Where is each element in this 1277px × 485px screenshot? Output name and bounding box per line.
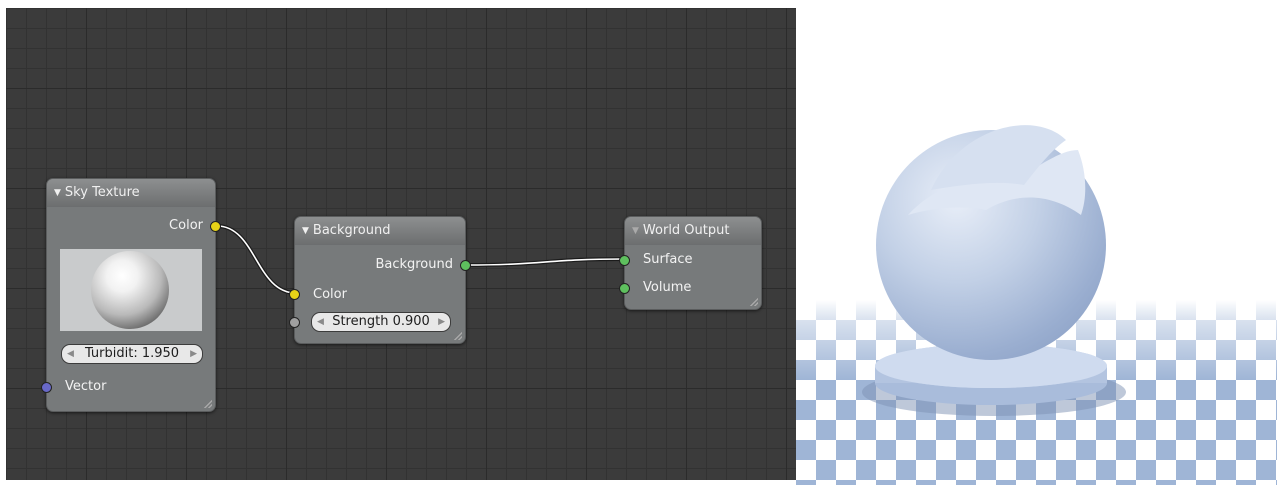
sky-texture-header[interactable]: ▼ Sky Texture (47, 179, 215, 207)
render-preview (796, 0, 1277, 485)
background-color-input-label: Color (313, 287, 347, 302)
node-editor-canvas[interactable]: ▼ Sky Texture Color ◀ Turbidit: 1.950 ▶ V… (6, 8, 796, 480)
collapse-triangle-icon[interactable]: ▼ (54, 188, 61, 198)
world-output-volume-input-socket[interactable] (619, 283, 630, 294)
background-strength-input-socket[interactable] (289, 317, 300, 328)
collapse-triangle-icon[interactable]: ▼ (632, 226, 639, 236)
strength-field[interactable]: ◀ Strength 0.900 ▶ (311, 312, 451, 332)
resize-grip-icon[interactable] (454, 332, 462, 340)
sky-texture-preview (60, 249, 202, 331)
world-output-surface-input-socket[interactable] (619, 255, 630, 266)
background-header[interactable]: ▼ Background (295, 217, 465, 245)
world-output-node[interactable]: ▼ World Output Surface Volume (619, 216, 762, 310)
background-color-input-socket[interactable] (289, 289, 300, 300)
increment-arrow-icon[interactable]: ▶ (190, 345, 197, 363)
background-node[interactable]: ▼ Background Background Color ◀ Strength … (289, 216, 471, 344)
turbidity-field[interactable]: ◀ Turbidit: 1.950 ▶ (61, 344, 203, 364)
resize-grip-icon[interactable] (750, 298, 758, 306)
preview-sphere (91, 251, 169, 329)
turbidity-value: Turbidit: 1.950 (84, 346, 180, 361)
increment-arrow-icon[interactable]: ▶ (438, 313, 445, 331)
background-output-label: Background (375, 257, 453, 272)
world-output-header[interactable]: ▼ World Output (625, 217, 761, 245)
strength-value: Strength 0.900 (332, 314, 430, 329)
sky-texture-node[interactable]: ▼ Sky Texture Color ◀ Turbidit: 1.950 ▶ V… (41, 178, 221, 412)
decrement-arrow-icon[interactable]: ◀ (317, 313, 324, 331)
collapse-triangle-icon[interactable]: ▼ (302, 226, 309, 236)
world-output-title: World Output (642, 223, 730, 238)
resize-grip-icon[interactable] (204, 400, 212, 408)
world-output-volume-label: Volume (643, 280, 692, 295)
decrement-arrow-icon[interactable]: ◀ (67, 345, 74, 363)
sky-texture-color-output-label: Color (169, 218, 203, 233)
sky-texture-vector-input-label: Vector (65, 379, 107, 394)
background-output-socket[interactable] (460, 260, 471, 271)
world-output-surface-label: Surface (643, 252, 693, 267)
sky-texture-title: Sky Texture (64, 185, 140, 200)
sky-texture-vector-input-socket[interactable] (41, 382, 52, 393)
background-title: Background (312, 223, 391, 238)
sky-texture-color-output-socket[interactable] (210, 221, 221, 232)
